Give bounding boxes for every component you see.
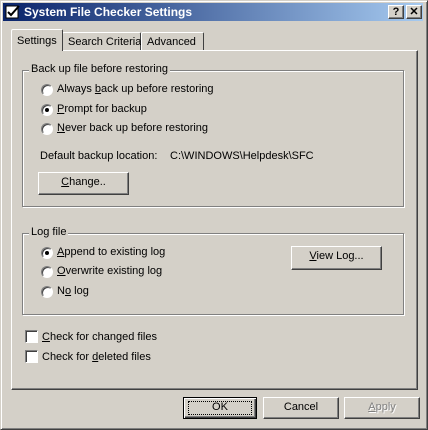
radio-never-backup[interactable]: [41, 123, 53, 135]
label-append-log[interactable]: Append to existing log: [57, 246, 165, 258]
apply-button[interactable]: Apply: [344, 397, 420, 419]
radio-append-log[interactable]: [41, 247, 53, 259]
ok-button[interactable]: OK: [183, 397, 257, 419]
tab-settings[interactable]: Settings: [11, 29, 63, 51]
checkmark-app-icon: [5, 5, 20, 19]
label-no-log[interactable]: No log: [57, 285, 89, 297]
label-prompt-backup[interactable]: Prompt for backup: [57, 103, 147, 115]
close-icon: ✕: [409, 6, 419, 18]
radio-overwrite-log[interactable]: [41, 266, 53, 278]
help-icon: ?: [392, 6, 400, 18]
checkbox-deleted-files[interactable]: [25, 350, 38, 363]
checkbox-changed-files[interactable]: [25, 330, 38, 343]
focus-rectangle: [188, 401, 252, 415]
close-button[interactable]: ✕: [406, 5, 422, 19]
cancel-button[interactable]: Cancel: [263, 397, 339, 419]
radio-no-log[interactable]: [41, 286, 53, 298]
radio-always-backup[interactable]: [41, 84, 53, 96]
view-log-button[interactable]: View Log...: [291, 246, 382, 270]
backup-location-label: Default backup location:: [40, 150, 158, 162]
log-group-legend: Log file: [29, 226, 69, 238]
backup-location-value: C:\WINDOWS\Helpdesk\SFC: [170, 150, 314, 162]
window-title: System File Checker Settings: [24, 5, 193, 19]
label-deleted-files[interactable]: Check for deleted files: [42, 351, 151, 363]
help-button[interactable]: ?: [388, 5, 404, 19]
label-changed-files[interactable]: Check for changed files: [42, 331, 157, 343]
change-button[interactable]: Change..: [38, 172, 129, 195]
title-bar[interactable]: System File Checker Settings ? ✕: [3, 3, 423, 21]
label-always-backup[interactable]: Always back up before restoring: [57, 83, 214, 95]
label-never-backup[interactable]: Never back up before restoring: [57, 122, 208, 134]
tab-advanced[interactable]: Advanced: [141, 32, 204, 51]
tab-search-criteria[interactable]: Search Criteria: [62, 32, 141, 51]
radio-prompt-backup[interactable]: [41, 104, 53, 116]
backup-group-legend: Back up file before restoring: [29, 63, 170, 75]
label-overwrite-log[interactable]: Overwrite existing log: [57, 265, 162, 277]
